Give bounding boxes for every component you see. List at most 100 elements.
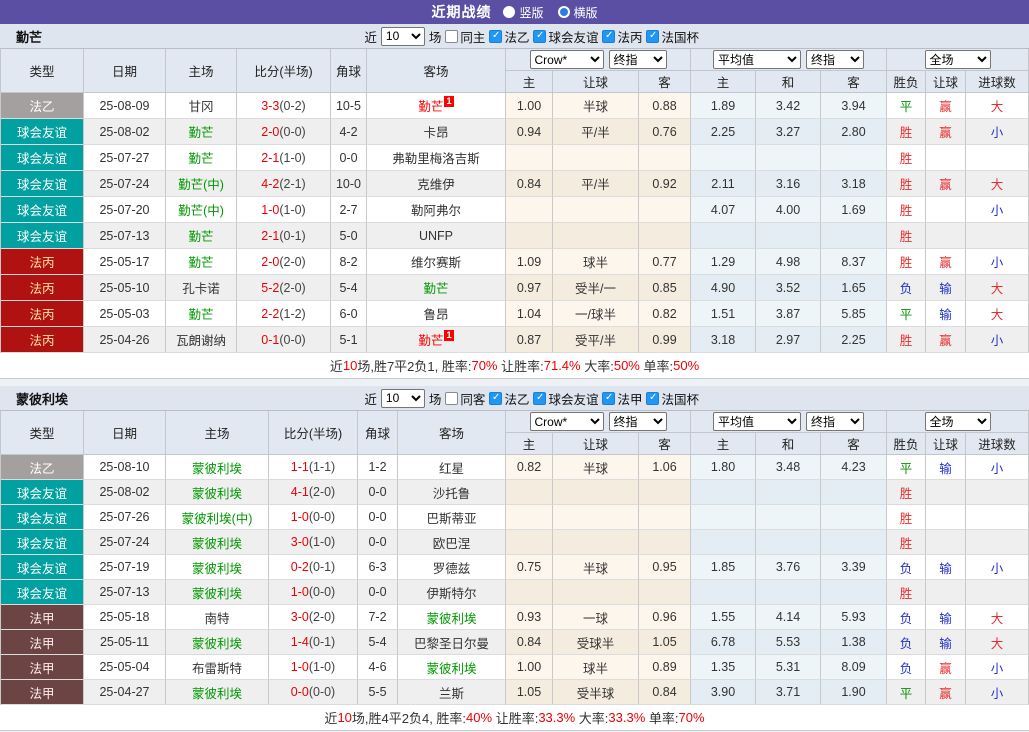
asia-company-select[interactable]: Crow* [529, 50, 604, 69]
result-winloss: 平 [887, 680, 926, 705]
away-team[interactable]: 勤芒 1 [367, 93, 506, 119]
home-team[interactable]: 孔卡诺 [166, 275, 237, 301]
layout-radio-group: 竖版 横版 [503, 4, 598, 21]
league-filter-1[interactable]: 法乙 [489, 27, 529, 46]
euro-away-odds: 5.85 [821, 301, 887, 327]
layout-radio-vertical[interactable]: 竖版 [503, 4, 544, 21]
away-team[interactable]: 卡昂 [367, 119, 506, 145]
column-header: 胜负 [887, 71, 926, 93]
home-team[interactable]: 勤芒(中) [166, 171, 237, 197]
league-filter-label: 法乙 [504, 392, 530, 407]
away-team[interactable]: 红星 [398, 455, 506, 480]
league-filter-3[interactable]: 法丙 [602, 27, 642, 46]
full-score: 4-1 [290, 485, 309, 499]
score-cell: 1-4 (0-1) [269, 630, 358, 655]
away-team[interactable]: 勒阿弗尔 [367, 197, 506, 223]
away-team[interactable]: 克维伊 [367, 171, 506, 197]
match-row: 球会友谊 25-07-24 蒙彼利埃 3-0 (1-0) 0-0 欧巴涅胜 [1, 530, 1029, 555]
euro-draw-odds [756, 580, 821, 605]
away-team[interactable]: 勤芒 [367, 275, 506, 301]
home-team[interactable]: 瓦朗谢纳 [166, 327, 237, 353]
home-team[interactable]: 布雷斯特 [166, 655, 269, 680]
home-team[interactable]: 蒙彼利埃 [166, 580, 269, 605]
result-scope-select[interactable]: 全场 [924, 50, 991, 69]
column-header-label: 主 [716, 76, 730, 90]
result-scope-select[interactable]: 全场 [924, 412, 991, 431]
away-team[interactable]: 巴黎圣日尔曼 [398, 630, 506, 655]
home-team[interactable]: 勤芒 [166, 301, 237, 327]
euro-draw-odds [756, 505, 821, 530]
same-venue-filter[interactable]: 同客 [445, 389, 485, 408]
summary-text: 10 [342, 358, 358, 373]
asia-stage-select[interactable]: 终指 [608, 412, 667, 431]
layout-radio-horizontal[interactable]: 横版 [557, 4, 598, 21]
away-team[interactable]: 伊斯特尔 [398, 580, 506, 605]
league-filter-3[interactable]: 法甲 [602, 389, 642, 408]
same-venue-filter[interactable]: 同主 [445, 27, 485, 46]
euro-away-odds [821, 480, 887, 505]
home-team[interactable]: 蒙彼利埃(中) [166, 505, 269, 530]
away-team[interactable]: 罗德兹 [398, 555, 506, 580]
away-team[interactable]: 维尔赛斯 [367, 249, 506, 275]
league-filter-2[interactable]: 球会友谊 [533, 27, 598, 46]
euro-company-select[interactable]: 平均值 [713, 50, 801, 69]
away-team[interactable]: 蒙彼利埃 [398, 655, 506, 680]
euro-company-select[interactable]: 平均值 [713, 412, 801, 431]
column-header-label: 类型 [29, 427, 55, 441]
away-team[interactable]: 蒙彼利埃 [398, 605, 506, 630]
home-team[interactable]: 蒙彼利埃 [166, 530, 269, 555]
home-team[interactable]: 蒙彼利埃 [166, 480, 269, 505]
euro-away-odds: 2.80 [821, 119, 887, 145]
result-handicap: 赢 [926, 119, 966, 145]
home-team[interactable]: 勤芒 [166, 119, 237, 145]
asia-handicap [553, 145, 639, 171]
table-header: 类型 日期 主场 比分(半场) 角球 客场 Crow* 终指 平均值 终指 全场主让球客主和客胜负让… [0, 410, 1029, 455]
league-filter-1[interactable]: 法乙 [489, 389, 529, 408]
away-team[interactable]: 兰斯 [398, 680, 506, 705]
away-team[interactable]: 鲁昂 [367, 301, 506, 327]
result-handicap: 赢 [926, 171, 966, 197]
euro-away-odds: 1.90 [821, 680, 887, 705]
score-cell: 2-0 (0-0) [237, 119, 331, 145]
away-team[interactable]: 弗勒里梅洛吉斯 [367, 145, 506, 171]
recent-count-select[interactable]: 10 [380, 26, 425, 46]
home-team[interactable]: 蒙彼利埃 [166, 680, 269, 705]
asia-handicap [553, 505, 639, 530]
recent-count-select[interactable]: 10 [380, 388, 425, 408]
home-team[interactable]: 甘冈 [166, 93, 237, 119]
home-team[interactable]: 蒙彼利埃 [166, 555, 269, 580]
result-winloss: 负 [887, 655, 926, 680]
euro-stage-select[interactable]: 终指 [806, 412, 864, 431]
column-header: 主 [506, 433, 553, 455]
home-team[interactable]: 勤芒(中) [166, 197, 237, 223]
match-date: 25-07-13 [84, 223, 166, 249]
home-team[interactable]: 南特 [166, 605, 269, 630]
home-team[interactable]: 勤芒 [166, 145, 237, 171]
home-team[interactable]: 勤芒 [166, 223, 237, 249]
result-goals: 小 [966, 327, 1029, 353]
league-type-badge: 球会友谊 [1, 223, 84, 249]
away-team[interactable]: 巴斯蒂亚 [398, 505, 506, 530]
asia-home-odds [506, 197, 553, 223]
result-goals: 大 [966, 605, 1029, 630]
result-winloss: 胜 [887, 505, 926, 530]
match-date: 25-05-18 [84, 605, 166, 630]
home-team[interactable]: 勤芒 [166, 249, 237, 275]
euro-away-odds: 2.25 [821, 327, 887, 353]
corner-score: 10-0 [331, 171, 367, 197]
home-team[interactable]: 蒙彼利埃 [166, 455, 269, 480]
asia-away-odds: 0.89 [639, 655, 691, 680]
away-team[interactable]: 欧巴涅 [398, 530, 506, 555]
column-header-label: 和 [781, 76, 795, 90]
away-team[interactable]: 勤芒 1 [367, 327, 506, 353]
asia-stage-select[interactable]: 终指 [608, 50, 667, 69]
home-team[interactable]: 蒙彼利埃 [166, 630, 269, 655]
away-team[interactable]: 沙托鲁 [398, 480, 506, 505]
asia-company-select[interactable]: Crow* [529, 412, 604, 431]
league-filter-4[interactable]: 法国杯 [646, 389, 699, 408]
euro-stage-select[interactable]: 终指 [806, 50, 864, 69]
league-filter-4[interactable]: 法国杯 [646, 27, 699, 46]
league-filter-2[interactable]: 球会友谊 [533, 389, 598, 408]
asia-handicap: 一球 [553, 605, 639, 630]
away-team[interactable]: UNFP [367, 223, 506, 249]
